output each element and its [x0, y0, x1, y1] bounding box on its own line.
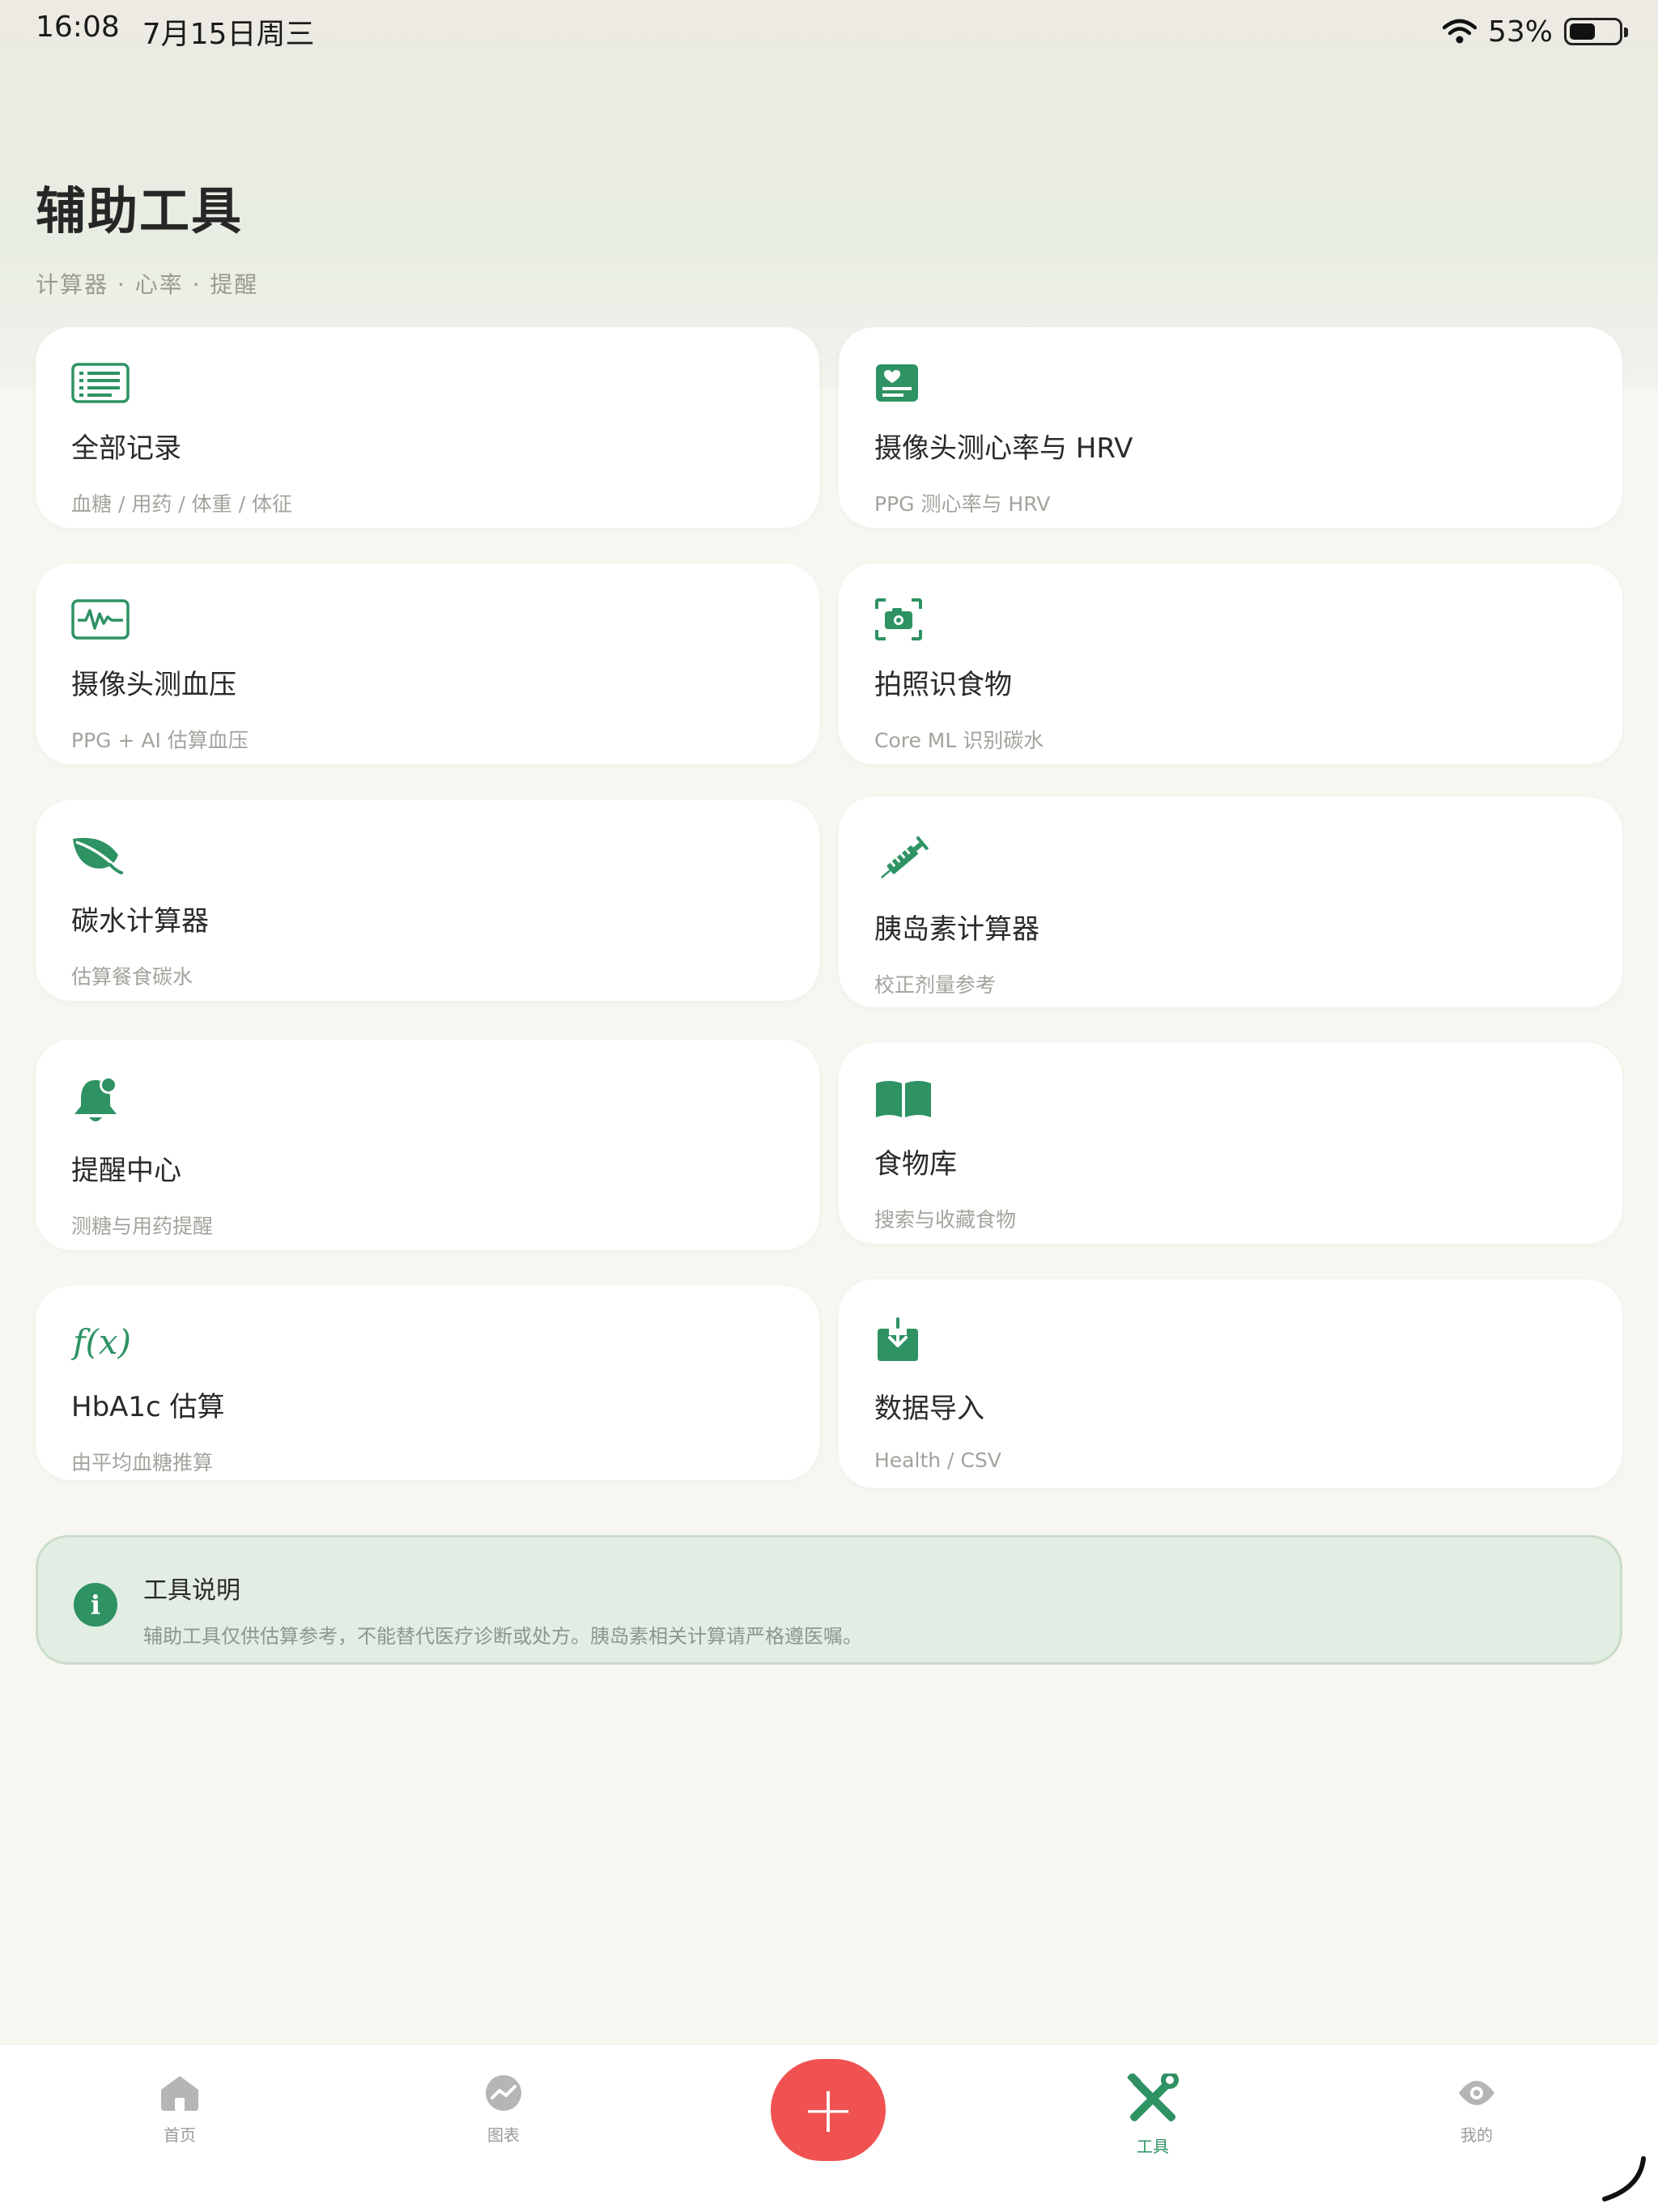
book-icon [874, 1072, 1587, 1125]
tab-tools-label: 工具 [1137, 2137, 1169, 2156]
card-title: 拍照识食物 [874, 669, 1012, 701]
tool-card-insulin-calculator[interactable]: 胰岛素计算器 校正剂量参考 [839, 797, 1622, 1007]
plus-icon: + [801, 2072, 856, 2147]
tool-card-camera-heart-rate[interactable]: 摄像头测心率与 HRV PPG 测心率与 HRV [839, 327, 1622, 528]
tab-bar: 首页 图表 + 工具 我的 [0, 2044, 1658, 2212]
card-title: 摄像头测心率与 HRV [874, 432, 1133, 465]
card-subtitle: 校正剂量参考 [874, 973, 997, 997]
card-subtitle: 测糖与用药提醒 [71, 1214, 214, 1238]
card-subtitle: 由平均血糖推算 [71, 1451, 214, 1474]
camera-icon [874, 593, 1587, 646]
page-title: 辅助工具 [36, 181, 244, 240]
tool-card-reminder-center[interactable]: 提醒中心 测糖与用药提醒 [36, 1040, 819, 1250]
resize-handle-icon[interactable] [1598, 2154, 1647, 2202]
bell-icon [71, 1069, 784, 1132]
card-title: 胰岛素计算器 [874, 913, 1039, 946]
notice-text: 辅助工具仅供估算参考，不能替代医疗诊断或处方。胰岛素相关计算请严格遵医嘱。 [143, 1625, 862, 1648]
card-title: 全部记录 [71, 432, 181, 465]
tool-card-hba1c-estimate[interactable]: ƒ(x) HbA1c 估算 由平均血糖推算 [36, 1286, 819, 1480]
tool-card-data-import[interactable]: 数据导入 Health / CSV [839, 1279, 1622, 1488]
tab-mine[interactable]: 我的 [1396, 2074, 1558, 2146]
wifi-icon [1442, 19, 1477, 44]
card-subtitle: Health / CSV [874, 1448, 1001, 1472]
card-subtitle: 搜索与收藏食物 [874, 1208, 1017, 1231]
tab-tools[interactable]: 工具 [1072, 2074, 1234, 2157]
list-icon [71, 356, 784, 410]
download-icon [874, 1308, 1587, 1370]
page-subtitle: 计算器 · 心率 · 提醒 [36, 271, 259, 298]
status-date: 7月15日周三 [142, 18, 315, 51]
tool-card-all-records[interactable]: 全部记录 血糖 / 用药 / 体重 / 体征 [36, 327, 819, 528]
status-bar: 16:08 7月15日周三 53% [0, 0, 1658, 63]
tab-mine-label: 我的 [1460, 2125, 1493, 2145]
heart-monitor-icon [874, 356, 1587, 410]
syringe-icon [874, 826, 1587, 891]
waveform-icon [71, 593, 784, 646]
profile-icon [1459, 2081, 1494, 2105]
function-icon: ƒ(x) [71, 1315, 784, 1368]
card-title: HbA1c 估算 [71, 1391, 225, 1423]
card-subtitle: 估算餐食碳水 [71, 965, 193, 989]
card-title: 提醒中心 [71, 1155, 181, 1187]
tools-icon [1127, 2074, 1179, 2122]
tool-card-food-photo[interactable]: 拍照识食物 Core ML 识别碳水 [839, 564, 1622, 764]
card-subtitle: 血糖 / 用药 / 体重 / 体征 [71, 492, 292, 516]
battery-icon [1564, 18, 1628, 45]
card-title: 食物库 [874, 1148, 957, 1180]
leaf-icon [71, 829, 784, 883]
tool-card-camera-blood-pressure[interactable]: 摄像头测血压 PPG + AI 估算血压 [36, 564, 819, 764]
info-icon: i [74, 1583, 117, 1627]
battery-percent: 53% [1487, 15, 1553, 49]
tab-home[interactable]: 首页 [99, 2074, 261, 2146]
card-subtitle: Core ML 识别碳水 [874, 729, 1044, 752]
page-header: 辅助工具 计算器 · 心率 · 提醒 [36, 170, 258, 300]
tab-charts[interactable]: 图表 [423, 2074, 585, 2146]
home-icon [161, 2076, 198, 2111]
card-subtitle: PPG + AI 估算血压 [71, 729, 249, 752]
card-subtitle: PPG 测心率与 HRV [874, 492, 1051, 516]
add-record-button[interactable]: + [771, 2059, 886, 2161]
chart-icon [486, 2075, 521, 2111]
card-title: 碳水计算器 [71, 905, 209, 938]
card-title: 数据导入 [874, 1393, 984, 1425]
tool-card-food-library[interactable]: 食物库 搜索与收藏食物 [839, 1043, 1622, 1244]
notice-title: 工具说明 [143, 1576, 240, 1605]
battery-level [1570, 23, 1595, 40]
status-time: 16:08 [36, 11, 120, 44]
tools-notice: i 工具说明 辅助工具仅供估算参考，不能替代医疗诊断或处方。胰岛素相关计算请严格… [36, 1535, 1622, 1665]
tab-home-label: 首页 [164, 2125, 196, 2145]
tool-card-carb-calculator[interactable]: 碳水计算器 估算餐食碳水 [36, 800, 819, 1001]
svg-text:ƒ(x): ƒ(x) [71, 1322, 131, 1362]
tab-charts-label: 图表 [487, 2125, 520, 2145]
card-title: 摄像头测血压 [71, 669, 236, 701]
